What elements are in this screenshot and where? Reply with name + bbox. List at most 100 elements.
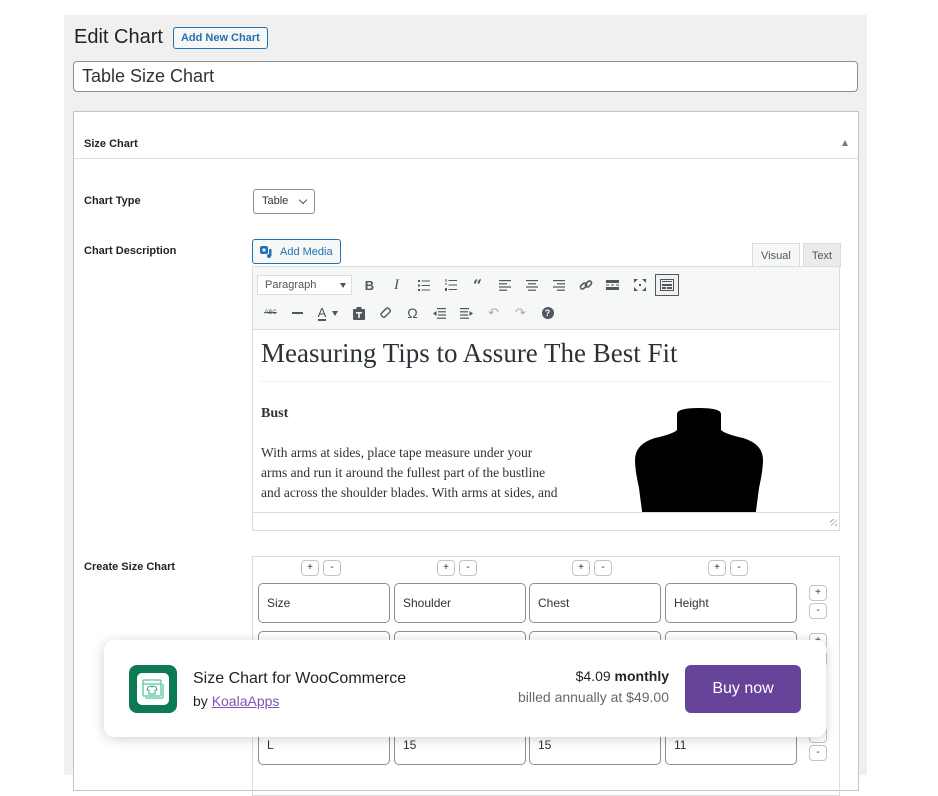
bullet-list-button[interactable] <box>410 274 437 296</box>
align-left-icon <box>498 279 511 291</box>
mannequin-image <box>635 408 763 512</box>
numbered-list-button[interactable] <box>437 274 464 296</box>
add-media-button[interactable]: Add Media <box>252 239 341 264</box>
media-icon <box>260 245 274 258</box>
remove-column-button[interactable]: - <box>594 560 612 576</box>
tab-visual[interactable]: Visual <box>752 243 800 267</box>
horizontal-line-button[interactable] <box>284 302 311 324</box>
text-color-icon: A <box>317 304 327 321</box>
chart-type-select[interactable]: Table <box>253 189 315 214</box>
toolbar-row-2: ABC A Ω ↶ ↷ ? <box>257 302 561 324</box>
remove-column-button[interactable]: - <box>323 560 341 576</box>
vendor-link[interactable]: KoalaApps <box>212 693 280 709</box>
format-select-value: Paragraph <box>265 279 317 291</box>
add-column-button[interactable]: + <box>437 560 455 576</box>
metabox-header[interactable]: Size Chart <box>74 112 858 159</box>
strikethrough-button[interactable]: ABC <box>257 302 284 324</box>
text-color-button[interactable]: A <box>311 302 345 324</box>
fullscreen-button[interactable] <box>626 274 653 296</box>
page-title: Edit Chart <box>74 26 163 48</box>
price: $4.09 monthly <box>576 668 669 684</box>
add-column-button[interactable]: + <box>301 560 319 576</box>
toolbar-toggle-button[interactable] <box>655 274 679 296</box>
chart-type-value: Table <box>262 195 289 207</box>
heading-row: Edit Chart Add New Chart <box>74 26 268 49</box>
add-new-chart-button[interactable]: Add New Chart <box>172 26 268 49</box>
app-icon <box>129 665 177 713</box>
align-left-button[interactable] <box>491 274 518 296</box>
special-character-button[interactable]: Ω <box>399 302 426 324</box>
undo-button[interactable]: ↶ <box>480 302 507 324</box>
tab-text[interactable]: Text <box>802 243 841 267</box>
paste-as-text-button[interactable] <box>345 302 372 324</box>
align-center-button[interactable] <box>518 274 545 296</box>
add-column-button[interactable]: + <box>572 560 590 576</box>
add-media-label: Add Media <box>280 245 333 258</box>
toolbar-row-1: Paragraph B I “ <box>257 274 679 296</box>
indent-icon <box>460 307 473 319</box>
purchase-popup: Size Chart for WooCommerce by KoalaApps … <box>104 640 826 737</box>
collapse-arrow-icon[interactable] <box>842 140 848 146</box>
horizontal-line-icon <box>292 312 303 314</box>
chart-title-input[interactable] <box>73 61 858 92</box>
redo-button[interactable]: ↷ <box>507 302 534 324</box>
omega-icon: Ω <box>407 305 418 321</box>
outdent-icon <box>433 307 446 319</box>
redo-icon: ↷ <box>515 305 526 320</box>
read-more-icon <box>606 280 619 290</box>
link-button[interactable] <box>572 274 599 296</box>
table-cell[interactable] <box>529 583 661 623</box>
editor-statusbar <box>253 512 839 528</box>
eraser-icon <box>379 307 391 319</box>
help-icon: ? <box>541 307 554 319</box>
blockquote-button[interactable]: “ <box>464 274 491 296</box>
table-cell[interactable] <box>394 583 526 623</box>
outdent-button[interactable] <box>426 302 453 324</box>
create-size-chart-label: Create Size Chart <box>84 561 176 573</box>
price-period: monthly <box>614 668 669 684</box>
blockquote-icon: “ <box>472 275 483 295</box>
italic-button[interactable]: I <box>383 274 410 296</box>
by-label: by <box>193 693 212 709</box>
chart-type-label: Chart Type <box>84 195 141 207</box>
help-button[interactable]: ? <box>534 302 561 324</box>
toolbar-toggle-icon <box>660 279 674 291</box>
description-editor: Paragraph B I “ ABC A Ω ↶ ↷ ? Measuring … <box>252 266 840 531</box>
dropdown-arrow-icon <box>332 310 339 316</box>
add-row-button[interactable]: + <box>809 585 827 601</box>
remove-column-button[interactable]: - <box>459 560 477 576</box>
table-cell[interactable] <box>258 583 390 623</box>
chart-description-label: Chart Description <box>84 245 177 257</box>
remove-column-button[interactable]: - <box>730 560 748 576</box>
dropdown-arrow-icon <box>340 283 346 288</box>
resize-handle-icon[interactable] <box>830 519 837 526</box>
remove-row-button[interactable]: - <box>809 745 827 761</box>
strikethrough-icon: ABC <box>264 310 277 316</box>
numbered-list-icon <box>444 279 457 291</box>
undo-icon: ↶ <box>488 305 499 320</box>
bold-button[interactable]: B <box>356 274 383 296</box>
add-column-button[interactable]: + <box>708 560 726 576</box>
buy-now-button[interactable]: Buy now <box>685 665 801 713</box>
size-chart-shirt-icon <box>142 679 164 699</box>
read-more-button[interactable] <box>599 274 626 296</box>
bold-icon: B <box>364 277 375 293</box>
clear-formatting-button[interactable] <box>372 302 399 324</box>
app-name: Size Chart for WooCommerce <box>193 670 407 687</box>
table-cell[interactable] <box>665 583 797 623</box>
chevron-down-icon <box>298 195 308 205</box>
fullscreen-icon <box>633 279 646 291</box>
billing-note: billed annually at $49.00 <box>517 689 669 705</box>
price-amount: $4.09 <box>575 668 615 684</box>
editor-toolbar: Paragraph B I “ ABC A Ω ↶ ↷ ? <box>253 267 839 330</box>
align-right-icon <box>552 279 565 291</box>
indent-button[interactable] <box>453 302 480 324</box>
align-center-icon <box>525 279 538 291</box>
italic-icon: I <box>394 276 399 293</box>
format-select[interactable]: Paragraph <box>257 275 352 295</box>
editor-content[interactable]: Measuring Tips to Assure The Best Fit Bu… <box>253 330 839 512</box>
align-right-button[interactable] <box>545 274 572 296</box>
content-paragraph: With arms at sides, place tape measure u… <box>261 445 558 500</box>
remove-row-button[interactable]: - <box>809 603 827 619</box>
link-icon <box>579 280 592 290</box>
